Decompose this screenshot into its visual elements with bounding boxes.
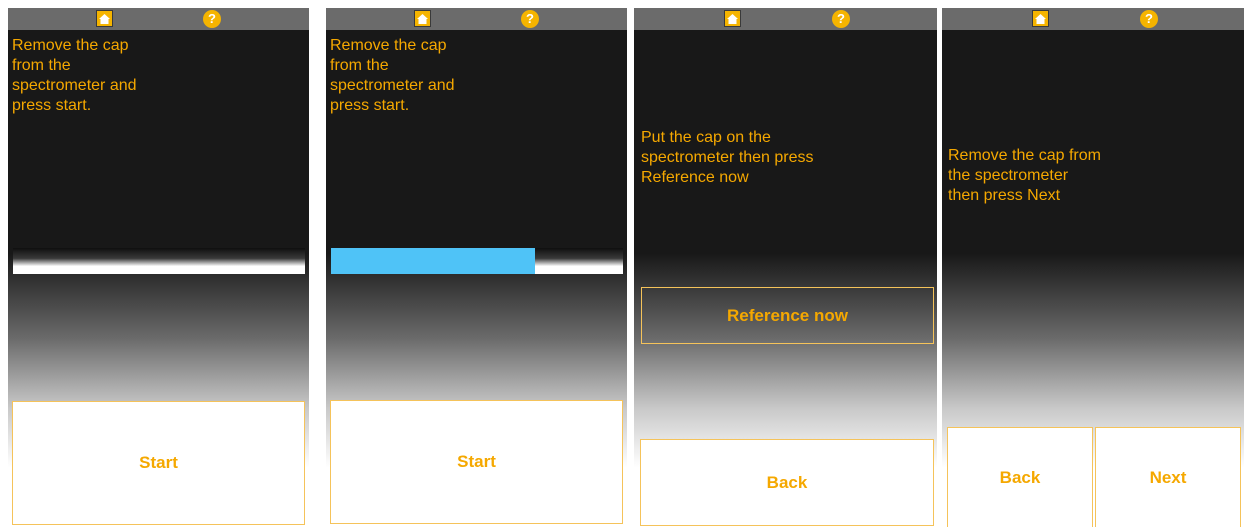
instruction-line: Remove the cap from bbox=[948, 147, 1101, 164]
progress-bar bbox=[331, 248, 623, 274]
instruction-text: Remove the cap from the spectrometer and… bbox=[12, 36, 137, 116]
instruction-line: then press Next bbox=[948, 187, 1061, 204]
top-bar: ? bbox=[8, 8, 309, 30]
content-area: Remove the cap from the spectrometer the… bbox=[942, 30, 1244, 527]
instruction-line: spectrometer and bbox=[12, 77, 137, 94]
content-area: Remove the cap from the spectrometer and… bbox=[8, 30, 309, 527]
instruction-line: Remove the cap bbox=[12, 37, 129, 54]
instruction-line: Put the cap on the bbox=[641, 129, 771, 146]
home-icon[interactable] bbox=[724, 10, 741, 27]
instruction-text: Put the cap on the spectrometer then pre… bbox=[641, 128, 814, 188]
help-icon[interactable]: ? bbox=[203, 10, 221, 28]
instruction-line: from the bbox=[12, 57, 71, 74]
instruction-text: Remove the cap from the spectrometer the… bbox=[948, 146, 1101, 206]
start-button[interactable]: Start bbox=[330, 400, 623, 524]
start-button[interactable]: Start bbox=[12, 401, 305, 525]
help-icon[interactable]: ? bbox=[521, 10, 539, 28]
next-button[interactable]: Next bbox=[1095, 427, 1241, 527]
reference-now-button[interactable]: Reference now bbox=[641, 287, 934, 344]
instruction-line: press start. bbox=[330, 97, 410, 114]
content-area: Put the cap on the spectrometer then pre… bbox=[634, 30, 937, 527]
home-icon[interactable] bbox=[96, 10, 113, 27]
top-bar: ? bbox=[942, 8, 1244, 30]
instruction-line: Remove the cap bbox=[330, 37, 447, 54]
screen-remove-cap-progress: ? Remove the cap from the spectrometer a… bbox=[326, 8, 627, 527]
instruction-line: Reference now bbox=[641, 169, 749, 186]
top-bar: ? bbox=[326, 8, 627, 30]
home-icon[interactable] bbox=[414, 10, 431, 27]
screen-remove-cap-start: ? Remove the cap from the spectrometer a… bbox=[8, 8, 309, 527]
content-area: Remove the cap from the spectrometer and… bbox=[326, 30, 627, 527]
instruction-line: spectrometer then press bbox=[641, 149, 814, 166]
home-icon[interactable] bbox=[1032, 10, 1049, 27]
help-icon[interactable]: ? bbox=[832, 10, 850, 28]
instruction-line: from the bbox=[330, 57, 389, 74]
progress-bar bbox=[13, 248, 305, 274]
back-button[interactable]: Back bbox=[640, 439, 934, 526]
screen-remove-cap-next: ? Remove the cap from the spectrometer t… bbox=[942, 8, 1244, 527]
progress-bar-fill bbox=[331, 248, 536, 274]
screen-put-cap-reference: ? Put the cap on the spectrometer then p… bbox=[634, 8, 937, 527]
instruction-text: Remove the cap from the spectrometer and… bbox=[330, 36, 455, 116]
help-icon[interactable]: ? bbox=[1140, 10, 1158, 28]
top-bar: ? bbox=[634, 8, 937, 30]
instruction-line: the spectrometer bbox=[948, 167, 1069, 184]
back-button[interactable]: Back bbox=[947, 427, 1093, 527]
instruction-line: press start. bbox=[12, 97, 92, 114]
instruction-line: spectrometer and bbox=[330, 77, 455, 94]
